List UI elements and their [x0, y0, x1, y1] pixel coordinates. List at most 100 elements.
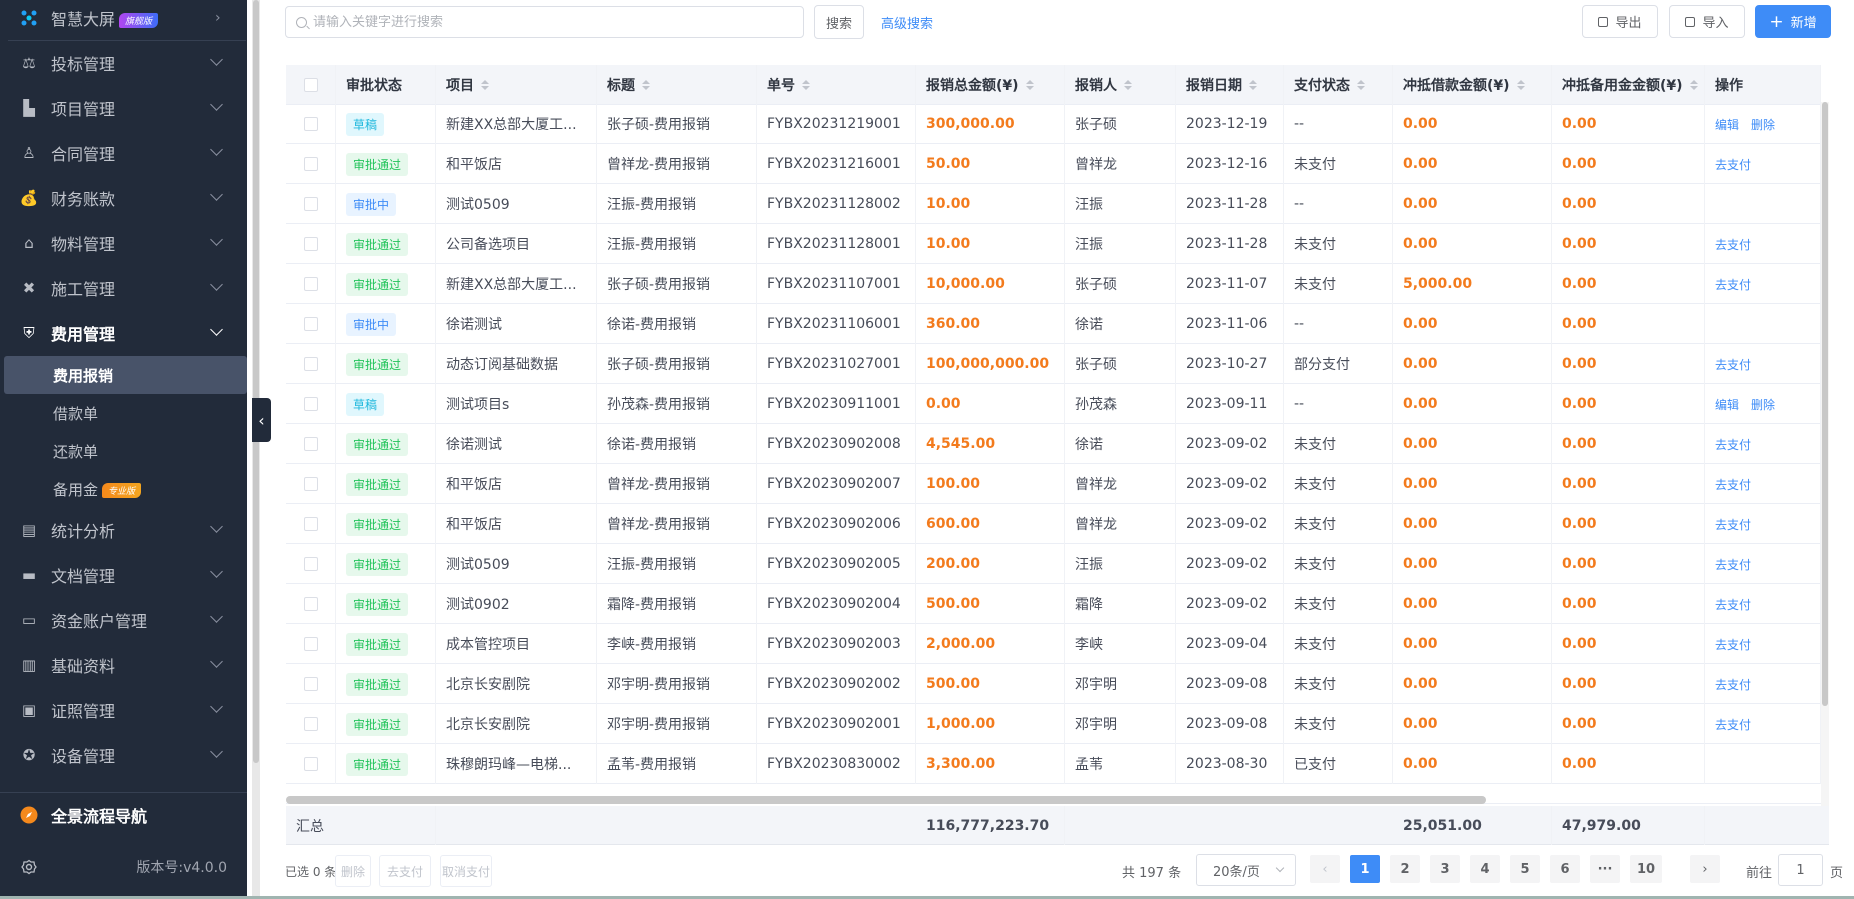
column-header[interactable]: 单号 [757, 65, 916, 104]
add-button[interactable]: + 新增 [1755, 5, 1831, 38]
page-button[interactable]: 10 [1630, 855, 1662, 883]
column-header[interactable]: 标题 [597, 65, 757, 104]
page-button[interactable]: 1 [1350, 855, 1380, 883]
action-link[interactable]: 去支付 [1715, 156, 1751, 173]
sidebar-item-money-bag[interactable]: 💰 财务账款 [0, 176, 247, 220]
column-header[interactable]: 报销总金额(¥) [916, 65, 1065, 104]
page-button[interactable]: 6 [1550, 855, 1580, 883]
page-button[interactable]: 5 [1510, 855, 1540, 883]
row-checkbox[interactable] [304, 157, 318, 171]
row-checkbox[interactable] [304, 517, 318, 531]
action-link[interactable]: 去支付 [1715, 716, 1751, 733]
sidebar-scrollbar[interactable] [252, 0, 260, 899]
sidebar-subitem[interactable]: 费用报销 [4, 356, 247, 394]
goto-page-input[interactable]: 1 [1778, 854, 1823, 886]
row-checkbox[interactable] [304, 477, 318, 491]
person-cell: 汪振 [1065, 224, 1176, 264]
search-box[interactable] [285, 6, 804, 38]
sort-icon[interactable] [1124, 79, 1132, 90]
action-link[interactable]: 去支付 [1715, 516, 1751, 533]
column-header[interactable]: 支付状态 [1284, 65, 1393, 104]
row-checkbox[interactable] [304, 397, 318, 411]
action-link[interactable]: 去支付 [1715, 236, 1751, 253]
select-all-checkbox[interactable] [304, 77, 318, 92]
row-checkbox[interactable] [304, 437, 318, 451]
sidebar-item-book[interactable]: ▥ 基础资料 [0, 643, 247, 687]
column-header[interactable]: 报销日期 [1176, 65, 1284, 104]
table-horizontal-scrollbar[interactable] [286, 796, 1821, 804]
sidebar-item-tools[interactable]: ✖ 施工管理 [0, 266, 247, 310]
sort-icon[interactable] [642, 79, 650, 90]
row-checkbox[interactable] [304, 637, 318, 651]
sidebar-item-dashboard[interactable]: 智慧大屏 旗舰版 › [0, 0, 247, 40]
row-checkbox[interactable] [304, 717, 318, 731]
sidebar-item-warehouse[interactable]: ⌂ 物料管理 [0, 221, 247, 265]
column-header[interactable]: 冲抵借款金额(¥) [1393, 65, 1552, 104]
search-input[interactable] [313, 14, 783, 30]
row-checkbox[interactable] [304, 317, 318, 331]
row-checkbox[interactable] [304, 557, 318, 571]
column-header[interactable]: 报销人 [1065, 65, 1176, 104]
sort-icon[interactable] [1249, 79, 1257, 90]
action-link[interactable]: 编辑 [1715, 396, 1739, 413]
flow-navigation[interactable]: 全景流程导航 [0, 793, 247, 837]
table-vertical-scrollbar[interactable] [1821, 102, 1829, 806]
sidebar-item-folder[interactable]: ▬ 文档管理 [0, 553, 247, 597]
title-cell: 霜降-费用报销 [597, 584, 757, 624]
page-button[interactable]: 4 [1470, 855, 1500, 883]
row-checkbox[interactable] [304, 677, 318, 691]
action-link[interactable]: 去支付 [1715, 356, 1751, 373]
row-checkbox[interactable] [304, 117, 318, 131]
row-checkbox[interactable] [304, 197, 318, 211]
action-link[interactable]: 删除 [1751, 396, 1775, 413]
action-link[interactable]: 去支付 [1715, 636, 1751, 653]
sort-icon[interactable] [1357, 79, 1365, 90]
row-checkbox[interactable] [304, 597, 318, 611]
sidebar-subitem[interactable]: 备用金 专业版 [4, 470, 247, 508]
search-button[interactable]: 搜索 [814, 5, 864, 39]
next-page-button[interactable]: › [1690, 855, 1720, 883]
sidebar-item-stamp[interactable]: ♙ 合同管理 [0, 131, 247, 175]
advanced-search-link[interactable]: 高级搜索 [881, 13, 933, 32]
sidebar-item-award[interactable]: ✪ 设备管理 [0, 733, 247, 777]
action-link[interactable]: 去支付 [1715, 436, 1751, 453]
row-checkbox[interactable] [304, 237, 318, 251]
row-checkbox[interactable] [304, 277, 318, 291]
sort-icon[interactable] [1516, 79, 1525, 90]
row-checkbox[interactable] [304, 357, 318, 371]
action-link[interactable]: 去支付 [1715, 676, 1751, 693]
column-header[interactable]: 项目 [436, 65, 597, 104]
action-link[interactable]: 删除 [1751, 116, 1775, 133]
sidebar-item-gavel[interactable]: ⚖ 投标管理 [0, 41, 247, 85]
batch-pay-button[interactable]: 去支付 [379, 855, 431, 887]
sort-icon[interactable] [1689, 79, 1698, 90]
sidebar-item-building[interactable]: ▙ 项目管理 [0, 86, 247, 130]
batch-cancel-pay-button[interactable]: 取消支付 [440, 855, 492, 887]
page-size-select[interactable]: 20条/页 [1196, 854, 1296, 886]
collapse-sidebar-button[interactable]: ‹ [252, 398, 271, 442]
action-link[interactable]: 去支付 [1715, 276, 1751, 293]
sidebar-item-chart-box[interactable]: ▤ 统计分析 [0, 508, 247, 552]
row-checkbox[interactable] [304, 757, 318, 771]
action-link[interactable]: 去支付 [1715, 556, 1751, 573]
export-button[interactable]: 导出 [1582, 5, 1658, 38]
settings-icon[interactable] [20, 858, 38, 876]
sidebar-item-shield-yen[interactable]: ⛨ 费用管理 [0, 311, 247, 355]
sort-icon[interactable] [1025, 79, 1034, 90]
sort-icon[interactable] [481, 79, 489, 90]
action-link[interactable]: 去支付 [1715, 476, 1751, 493]
sidebar-item-card[interactable]: ▭ 资金账户管理 [0, 598, 247, 642]
import-button[interactable]: 导入 [1669, 5, 1745, 38]
prev-page-button[interactable]: ‹ [1310, 855, 1340, 883]
sort-icon[interactable] [802, 79, 810, 90]
sidebar-item-id-card[interactable]: ▣ 证照管理 [0, 688, 247, 732]
action-link[interactable]: 去支付 [1715, 596, 1751, 613]
page-button[interactable]: 2 [1390, 855, 1420, 883]
more-pages-button[interactable]: ··· [1590, 855, 1620, 883]
page-button[interactable]: 3 [1430, 855, 1460, 883]
sidebar-subitem[interactable]: 还款单 [4, 432, 247, 470]
batch-delete-button[interactable]: 删除 [335, 855, 371, 887]
action-link[interactable]: 编辑 [1715, 116, 1739, 133]
column-header[interactable]: 冲抵备用金金额(¥) [1552, 65, 1705, 104]
sidebar-subitem[interactable]: 借款单 [4, 394, 247, 432]
